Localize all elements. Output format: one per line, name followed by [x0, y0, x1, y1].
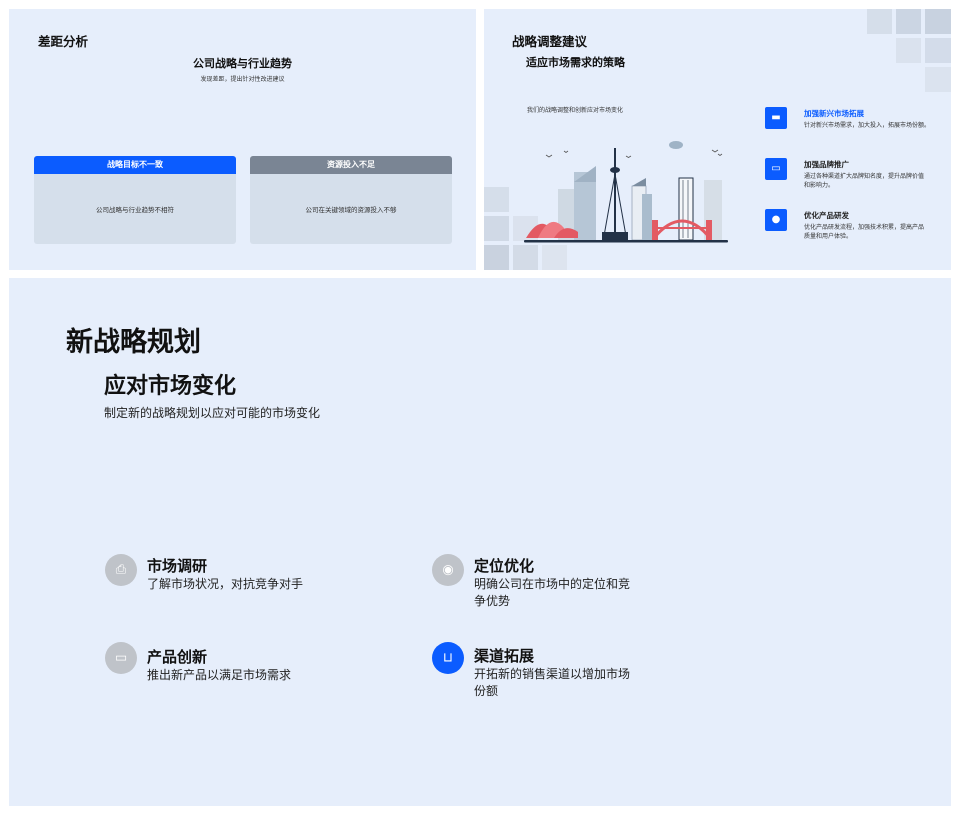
gap-card: 资源投入不足 公司在关键领域的资源投入不够	[250, 156, 452, 244]
webcam-icon: ◉	[432, 554, 464, 586]
item-desc: 通过各种渠道扩大品牌知名度，提升品牌价值和影响力。	[804, 173, 925, 189]
slide-intro: 我们的战略调整和创新应对市场变化	[527, 107, 624, 114]
inbox-icon: ▭	[765, 158, 787, 180]
feature-desc: 开拓新的销售渠道以增加市场份额	[474, 667, 631, 698]
item-desc: 优化产品研发流程，加强技术积累，提高产品质量和用户体验。	[804, 224, 925, 240]
decor-square	[925, 67, 951, 92]
slide-title: 新战略规划	[66, 327, 201, 358]
decor-square	[484, 187, 509, 212]
slide-subtitle: 适应市场需求的策略	[526, 56, 625, 69]
briefcase-icon: ▬	[765, 107, 787, 129]
slide-gap-analysis[interactable]: 差距分析 公司战略与行业趋势 发现差距，提出针对性改进建议 战略目标不一致 公司…	[9, 9, 476, 270]
feature-desc: 推出新产品以满足市场需求	[147, 668, 292, 682]
location-pin-icon: ●	[765, 209, 787, 231]
gap-card: 战略目标不一致 公司战略与行业趋势不相符	[34, 156, 236, 244]
card-body: 公司战略与行业趋势不相符	[96, 206, 174, 214]
decor-square	[484, 245, 509, 270]
sofa-icon: ⊔	[432, 642, 464, 674]
decor-square	[484, 216, 509, 241]
decor-square	[867, 9, 892, 34]
item-title: 加强品牌推广	[804, 160, 849, 169]
card-header: 资源投入不足	[250, 156, 452, 174]
slide-strategy-adjustment[interactable]: 战略调整建议 适应市场需求的策略 我们的战略调整和创新应对市场变化 ▬ 加强新兴…	[484, 9, 951, 270]
decor-square	[896, 9, 921, 34]
feature-desc: 明确公司在市场中的定位和竞争优势	[474, 577, 631, 608]
decor-square	[513, 245, 538, 270]
decor-square	[542, 245, 567, 270]
decor-square	[925, 9, 951, 34]
slide-caption: 发现差距，提出针对性改进建议	[200, 76, 285, 83]
briefcase-icon: ▭	[105, 642, 137, 674]
feature-title: 市场调研	[147, 557, 208, 575]
printer-icon: ⎙	[105, 554, 137, 586]
decor-square	[925, 38, 951, 63]
city-skyline-illustration	[524, 141, 728, 243]
slide-title: 差距分析	[38, 34, 89, 49]
feature-title: 渠道拓展	[474, 647, 535, 665]
card-header: 战略目标不一致	[34, 156, 236, 174]
item-title: 优化产品研发	[804, 211, 849, 220]
card-body: 公司在关键领域的资源投入不够	[305, 206, 397, 214]
decor-square	[896, 38, 921, 63]
feature-title: 产品创新	[147, 648, 208, 666]
slide-new-strategy[interactable]: 新战略规划 应对市场变化 制定新的战略规划以应对可能的市场变化 ⎙ 市场调研 了…	[9, 278, 951, 806]
slide-title: 战略调整建议	[512, 34, 588, 49]
feature-title: 定位优化	[474, 557, 535, 575]
slide-subtitle: 公司战略与行业趋势	[193, 57, 292, 70]
item-desc: 针对新兴市场需求，加大投入，拓展市场份额。	[804, 122, 931, 129]
slide-subtitle: 应对市场变化	[104, 374, 237, 399]
slide-caption: 制定新的战略规划以应对可能的市场变化	[104, 406, 321, 420]
feature-desc: 了解市场状况，对抗竞争对手	[147, 577, 304, 591]
item-title: 加强新兴市场拓展	[804, 109, 864, 118]
